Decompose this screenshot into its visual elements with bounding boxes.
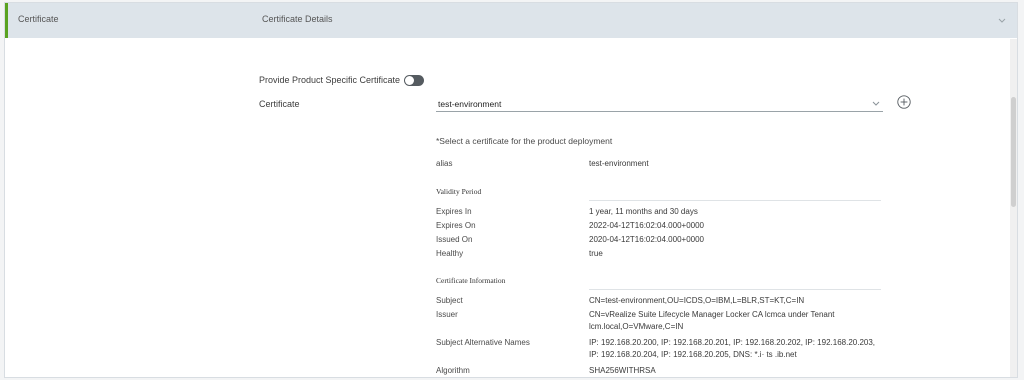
accordion-header[interactable]: Certificate Certificate Details	[5, 3, 1017, 38]
product-certificate-toggle-row: Provide Product Specific Certificate	[259, 73, 425, 87]
product-certificate-toggle[interactable]	[404, 74, 425, 86]
alias-value: test-environment	[589, 159, 649, 168]
certificate-select[interactable]: test-environment	[436, 96, 883, 112]
scrollbar-track[interactable]	[1010, 39, 1017, 377]
certificate-panel: Certificate Certificate Details Provide …	[4, 2, 1018, 378]
healthy-value: true	[589, 249, 603, 258]
section-title: Certificate Details	[262, 14, 333, 24]
subject-key: Subject	[436, 296, 463, 305]
chevron-down-icon[interactable]	[997, 15, 1007, 25]
step-label: Certificate	[18, 14, 59, 24]
subject-alternative-names-value: IP: 192.168.20.200, IP: 192.168.20.201, …	[589, 338, 876, 359]
expires-in-value: 1 year, 11 months and 30 days	[589, 207, 698, 216]
algorithm-value: SHA256WITHRSA	[589, 366, 656, 375]
certificate-select-value: test-environment	[438, 99, 502, 109]
expires-on-key: Expires On	[436, 221, 476, 230]
issuer-value: CN=vRealize Suite Lifecycle Manager Lock…	[589, 310, 835, 331]
healthy-key: Healthy	[436, 249, 464, 258]
validity-period-heading: Validity Period	[436, 187, 482, 196]
add-certificate-icon[interactable]	[897, 95, 911, 109]
algorithm-key: Algorithm	[436, 366, 470, 375]
alias-key: alias	[436, 159, 453, 168]
certificate-label: Certificate	[259, 99, 300, 109]
expires-on-value: 2022-04-12T16:02:04.000+0000	[589, 221, 704, 230]
certificate-hint: *Select a certificate for the product de…	[436, 136, 613, 146]
divider	[589, 289, 881, 290]
issuer-key: Issuer	[436, 310, 458, 319]
expires-in-key: Expires In	[436, 207, 472, 216]
divider	[589, 200, 881, 201]
subject-alternative-names-key: Subject Alternative Names	[436, 338, 530, 347]
toggle-label: Provide Product Specific Certificate	[259, 75, 401, 85]
toggle-knob	[405, 75, 415, 85]
chevron-down-icon	[872, 101, 880, 106]
scrollbar-thumb[interactable]	[1011, 97, 1016, 207]
subject-value: CN=test-environment,OU=ICDS,O=IBM,L=BLR,…	[589, 296, 805, 305]
issued-on-key: Issued On	[436, 235, 473, 244]
certificate-information-heading: Certificate Information	[436, 276, 506, 285]
issued-on-value: 2020-04-12T16:02:04.000+0000	[589, 235, 704, 244]
